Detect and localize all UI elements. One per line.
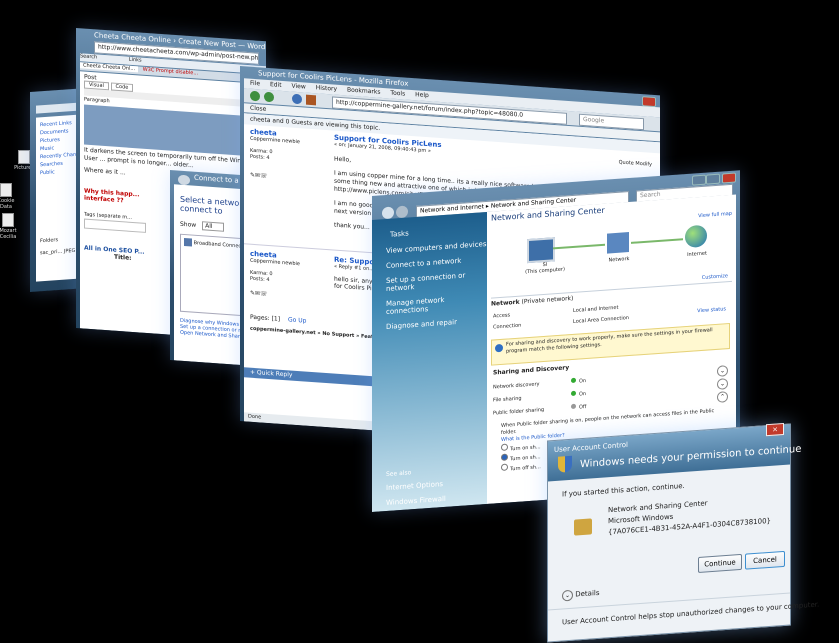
- see-also-link[interactable]: Internet Options: [386, 477, 487, 492]
- task-link[interactable]: Set up a connection or network: [386, 270, 487, 293]
- profile-icons[interactable]: ✎✉☏: [250, 290, 320, 302]
- status-on-icon: [571, 377, 576, 384]
- detail-value: Local and Internet: [573, 304, 619, 314]
- search-label[interactable]: Search: [80, 53, 97, 60]
- links-label[interactable]: Links: [129, 57, 142, 64]
- setting-value: Off: [579, 404, 587, 411]
- link-line: [553, 243, 605, 250]
- network-icon: [607, 232, 629, 254]
- tasks-pane: Tasks View computers and devices Connect…: [372, 211, 487, 512]
- uac-program-details: Network and Sharing Center Microsoft Win…: [608, 494, 771, 538]
- uac-footer: User Account Control helps stop unauthor…: [562, 600, 820, 627]
- chevron-down-icon[interactable]: ⌄: [562, 589, 573, 602]
- sharing-center-app-icon: [574, 518, 592, 536]
- shield-icon: [558, 455, 572, 473]
- map-node-label: Internet: [687, 250, 707, 258]
- radio-icon[interactable]: [501, 443, 508, 451]
- map-node-label: SI (This computer): [525, 261, 565, 276]
- info-icon: [495, 343, 503, 353]
- desktop-icon-cookie-data[interactable]: Cookie Data: [0, 183, 16, 210]
- profile-icons[interactable]: ✎✉☏: [250, 172, 320, 184]
- radio-label[interactable]: Turn off sh...: [510, 464, 541, 472]
- forward-arrow-icon[interactable]: [264, 91, 274, 103]
- status-on-icon: [571, 390, 576, 397]
- network-type: (Private network): [521, 294, 574, 306]
- menu-view[interactable]: View: [292, 83, 306, 91]
- minimize-icon[interactable]: [692, 174, 706, 186]
- map-node-label: Network: [608, 255, 630, 264]
- quote-button[interactable]: Quote: [619, 159, 634, 166]
- uac-dialog[interactable]: User Account Control × Windows needs you…: [547, 422, 819, 643]
- cancel-button[interactable]: Cancel: [745, 550, 785, 570]
- show-select[interactable]: All: [202, 221, 224, 232]
- post-author-panel: cheeta Coppermine newbie Karma: 0 Posts:…: [250, 250, 320, 302]
- task-link[interactable]: View computers and devices: [386, 240, 487, 255]
- setting-value: On: [579, 378, 587, 385]
- maximize-icon[interactable]: [706, 173, 720, 185]
- file-icon: [2, 213, 14, 227]
- task-link[interactable]: Diagnose and repair: [386, 316, 487, 331]
- internet-globe-icon: [685, 224, 707, 249]
- detail-value: Local Area Connection: [573, 315, 629, 325]
- continue-button[interactable]: Continue: [698, 553, 742, 573]
- customize-link[interactable]: Customize: [702, 273, 728, 281]
- home-icon[interactable]: [306, 94, 316, 106]
- link-line: [631, 238, 683, 244]
- menu-history[interactable]: History: [316, 84, 337, 92]
- pages-label[interactable]: Pages: [1]: [250, 314, 280, 323]
- show-label: Show: [180, 220, 197, 229]
- menu-edit[interactable]: Edit: [270, 81, 282, 89]
- task-link[interactable]: Connect to a network: [386, 255, 487, 270]
- modify-button[interactable]: Modify: [635, 161, 652, 168]
- uac-intro: If you started this action, continue.: [562, 481, 685, 499]
- back-arrow-icon[interactable]: [382, 206, 394, 220]
- network-name: Network: [491, 298, 520, 308]
- breadcrumb[interactable]: coppermine-gallery.net » No Support » Fe…: [250, 326, 389, 342]
- tasks-heading: Tasks: [390, 229, 409, 239]
- setting-value: On: [579, 391, 587, 398]
- computer-icon: [527, 237, 555, 264]
- menu-file[interactable]: File: [250, 80, 260, 88]
- warning-text: For sharing and discovery to work proper…: [506, 327, 713, 355]
- menu-tools[interactable]: Tools: [390, 90, 405, 98]
- post-author-panel: cheeta Coppermine newbie Karma: 0 Posts:…: [250, 128, 320, 184]
- expand-discovery-chevron-icon[interactable]: ⌄: [717, 365, 728, 377]
- folder-icon: [18, 150, 30, 164]
- reload-icon[interactable]: [292, 93, 302, 105]
- radio-selected-icon[interactable]: [501, 453, 508, 461]
- broadband-icon: [184, 237, 192, 247]
- forward-arrow-icon[interactable]: [396, 205, 408, 219]
- expand-file-sharing-chevron-icon[interactable]: ⌄: [717, 378, 728, 390]
- pagination: Pages: [1] Go Up: [250, 314, 306, 325]
- menu-bookmarks[interactable]: Bookmarks: [347, 86, 381, 95]
- see-also-heading: See also: [386, 469, 412, 479]
- task-link[interactable]: Manage network connections: [386, 293, 487, 316]
- menu-help[interactable]: Help: [415, 91, 429, 99]
- details-label[interactable]: Details: [575, 589, 599, 599]
- view-status-link[interactable]: View status: [697, 306, 726, 314]
- sharing-heading: Sharing and Discovery: [493, 364, 570, 377]
- file-icon: [0, 183, 12, 197]
- close-tab-button[interactable]: Close: [250, 105, 266, 113]
- tab-visual[interactable]: Visual: [84, 80, 109, 91]
- back-arrow-icon[interactable]: [250, 90, 260, 102]
- go-up-link[interactable]: Go Up: [288, 316, 306, 324]
- status-off-icon: [571, 403, 576, 410]
- view-full-map-link[interactable]: View full map: [698, 211, 732, 219]
- radio-icon[interactable]: [501, 463, 508, 471]
- see-also-link[interactable]: Windows Firewall: [386, 492, 487, 507]
- collapse-public-chevron-icon[interactable]: ⌃: [717, 391, 728, 403]
- tab-code[interactable]: Code: [110, 82, 134, 93]
- close-icon[interactable]: [722, 172, 736, 184]
- details-toggle[interactable]: ⌄ Details: [562, 588, 600, 602]
- close-icon[interactable]: ×: [766, 422, 784, 437]
- desktop-icon-mozart[interactable]: Mozart Cecilia: [0, 213, 18, 240]
